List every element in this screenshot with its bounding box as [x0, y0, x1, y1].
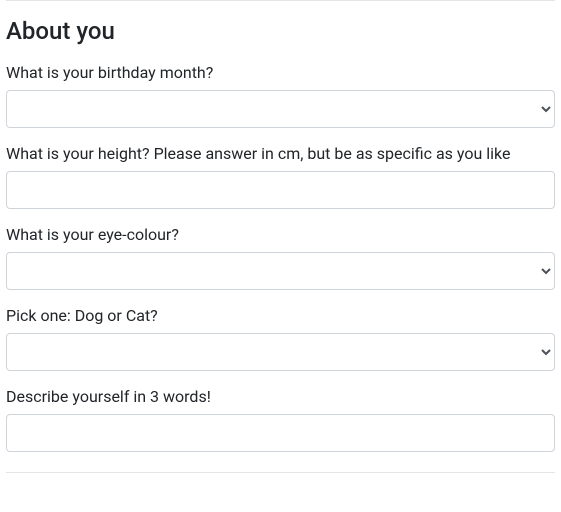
form-group-three-words: Describe yourself in 3 words! [6, 387, 555, 452]
form-group-eye-colour: What is your eye-colour? [6, 225, 555, 290]
dog-or-cat-label: Pick one: Dog or Cat? [6, 306, 555, 325]
form-group-birthday: What is your birthday month? [6, 63, 555, 128]
form-group-height: What is your height? Please answer in cm… [6, 144, 555, 209]
eye-colour-select[interactable] [6, 252, 555, 290]
three-words-label: Describe yourself in 3 words! [6, 387, 555, 406]
birthday-select[interactable] [6, 90, 555, 128]
dog-or-cat-select[interactable] [6, 333, 555, 371]
height-input[interactable] [6, 171, 555, 209]
page-title: About you [6, 17, 555, 45]
three-words-input[interactable] [6, 414, 555, 452]
birthday-label: What is your birthday month? [6, 63, 555, 82]
height-label: What is your height? Please answer in cm… [6, 144, 555, 163]
section-divider-top [6, 0, 555, 1]
eye-colour-label: What is your eye-colour? [6, 225, 555, 244]
section-divider-bottom [6, 472, 555, 473]
form-group-dog-or-cat: Pick one: Dog or Cat? [6, 306, 555, 371]
